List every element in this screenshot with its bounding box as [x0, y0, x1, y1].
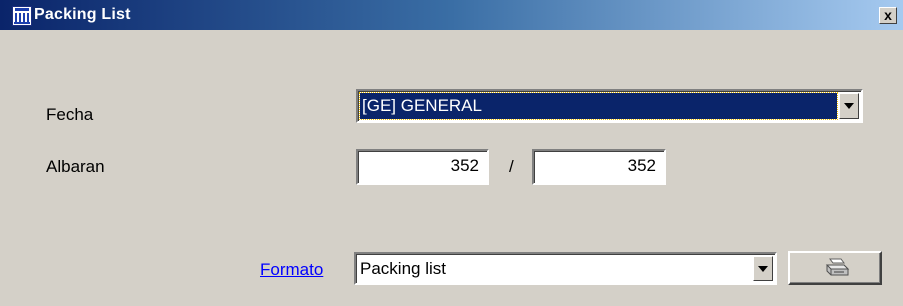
app-logo-icon [12, 6, 32, 26]
chevron-down-icon [844, 103, 854, 109]
title-bar: Packing List x [0, 0, 903, 30]
packing-list-dialog: Packing List x Fecha [GE] GENERAL Albara… [0, 0, 903, 306]
window-title: Packing List [34, 6, 131, 23]
fecha-selected-value: [GE] GENERAL [359, 92, 838, 120]
printer-icon [825, 258, 850, 276]
close-icon: x [884, 7, 892, 23]
close-button[interactable]: x [879, 7, 897, 24]
formato-select[interactable]: Packing list [354, 252, 777, 285]
formato-link[interactable]: Formato [260, 260, 323, 280]
albaran-separator: / [509, 157, 514, 176]
formato-selected-value: Packing list [360, 259, 446, 278]
print-button[interactable] [788, 251, 882, 285]
formato-dropdown-button[interactable] [753, 256, 773, 281]
albaran-label: Albaran [46, 157, 105, 176]
albaran-to-input[interactable]: 352 [532, 149, 666, 185]
fecha-select[interactable]: [GE] GENERAL [356, 89, 863, 123]
albaran-from-input[interactable]: 352 [356, 149, 489, 185]
fecha-dropdown-button[interactable] [839, 93, 859, 119]
fecha-label: Fecha [46, 105, 94, 124]
chevron-down-icon [758, 265, 768, 272]
